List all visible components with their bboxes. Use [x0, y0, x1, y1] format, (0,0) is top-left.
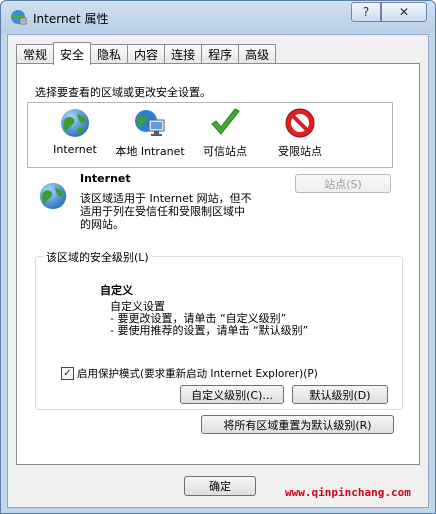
security-level-group-label: 该区域的安全级别(L) — [43, 249, 152, 265]
close-button[interactable]: ✕ — [381, 2, 427, 22]
reset-all-zones-button[interactable]: 将所有区域重置为默认级别(R) — [201, 415, 394, 434]
tab-privacy[interactable]: 隐私 — [90, 44, 129, 64]
default-level-button[interactable]: 默认级别(D) — [292, 385, 388, 404]
tab-general[interactable]: 常规 — [16, 44, 55, 64]
ie-globe-icon — [11, 10, 27, 25]
zone-label: 本地 Intranet — [115, 145, 185, 158]
watermark-text: www.qinpinchang.com — [285, 486, 411, 499]
tab-strip: 常规 安全 隐私 内容 连接 程序 高级 — [16, 42, 277, 65]
zone-restricted-sites[interactable]: 受限站点 — [260, 106, 340, 159]
title-bar[interactable]: Internet 属性 ? ✕ — [1, 1, 435, 35]
zone-local-intranet[interactable]: 本地 Intranet — [110, 106, 190, 159]
zone-prompt: 选择要查看的区域或更改安全设置。 — [35, 86, 211, 99]
selected-zone-globe-icon — [39, 182, 67, 210]
zone-label: 受限站点 — [278, 145, 322, 158]
custom-level-button[interactable]: 自定义级别(C)... — [180, 385, 284, 404]
tab-programs[interactable]: 程序 — [201, 44, 240, 64]
checkmark-icon — [211, 108, 240, 135]
zone-label: 可信站点 — [203, 145, 247, 158]
protected-mode-checkbox[interactable]: ✓ — [61, 367, 74, 380]
checkmark-icon: ✓ — [63, 367, 72, 379]
selected-zone-title: Internet — [80, 172, 131, 185]
security-level-title: 自定义 — [100, 284, 133, 297]
sites-button[interactable]: 站点(S) — [295, 174, 391, 193]
protected-mode-label[interactable]: 启用保护模式(要求重新启动 Internet Explorer)(P) — [77, 366, 318, 381]
tab-content[interactable]: 内容 — [127, 44, 166, 64]
security-level-desc-line: - 要使用推荐的设置，请单击 “默认级别” — [110, 324, 309, 337]
restricted-icon — [285, 108, 315, 138]
globe-icon — [61, 109, 89, 137]
intranet-icon — [135, 110, 165, 136]
help-button[interactable]: ? — [351, 2, 381, 22]
tab-advanced[interactable]: 高级 — [238, 44, 277, 64]
zone-internet[interactable]: Internet — [35, 106, 115, 156]
close-icon: ✕ — [398, 5, 410, 19]
selected-zone-desc-line: 的网站。 — [80, 218, 124, 231]
help-icon: ? — [362, 5, 370, 19]
window-title: Internet 属性 — [33, 12, 109, 26]
tab-connections[interactable]: 连接 — [164, 44, 203, 64]
ok-button[interactable]: 确定 — [184, 476, 256, 496]
zone-label: Internet — [53, 143, 97, 156]
tab-security[interactable]: 安全 — [53, 42, 92, 65]
zone-trusted-sites[interactable]: 可信站点 — [185, 106, 265, 159]
